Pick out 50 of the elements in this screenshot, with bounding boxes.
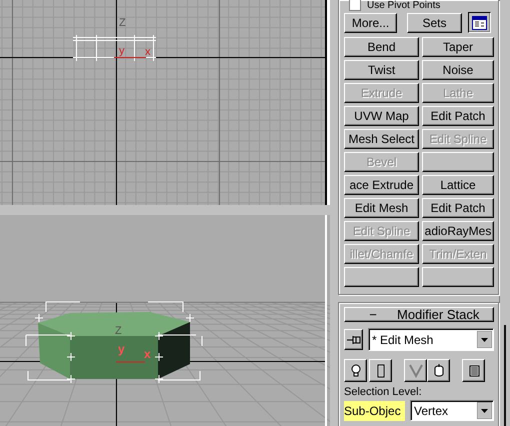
rollout-header[interactable]: − Modifier Stack bbox=[344, 307, 494, 322]
z-axis-label: Z bbox=[119, 17, 126, 29]
checkbox[interactable] bbox=[349, 0, 361, 11]
modifier-button[interactable]: Bend bbox=[344, 37, 419, 57]
collapse-sign: − bbox=[368, 308, 378, 321]
z-axis-label: Z bbox=[115, 325, 122, 337]
v-shape-icon bbox=[408, 363, 422, 378]
remove-modifier-button[interactable] bbox=[427, 359, 450, 382]
modifier-button[interactable]: Mesh Select bbox=[344, 129, 419, 149]
cylinder-icon bbox=[432, 363, 446, 378]
sub-object-toggle[interactable]: Sub-Objec bbox=[344, 400, 405, 420]
y-axis-label: y bbox=[118, 342, 125, 356]
window-list-icon bbox=[472, 16, 487, 30]
pushpin-icon bbox=[346, 334, 360, 344]
unique-button[interactable] bbox=[404, 359, 427, 382]
dropdown-arrow-icon[interactable] bbox=[477, 331, 492, 348]
x-axis-label: x bbox=[145, 46, 150, 58]
sets-dialog-button[interactable] bbox=[468, 12, 491, 33]
pin-stack-button[interactable] bbox=[344, 329, 363, 350]
sets-button[interactable]: Sets bbox=[407, 12, 462, 32]
checkbox-label: Use Pivot Points bbox=[367, 0, 440, 11]
modifier-button[interactable]: Edit Patch bbox=[422, 198, 494, 218]
show-end-result-button[interactable] bbox=[344, 359, 367, 382]
modifier-button[interactable]: Twist bbox=[344, 60, 419, 80]
modifier-dropdown[interactable]: * Edit Mesh bbox=[368, 328, 494, 351]
x-axis-label: x bbox=[144, 347, 151, 361]
dropdown-value: Vertex bbox=[414, 404, 448, 418]
modifier-button[interactable]: Edit Patch bbox=[422, 106, 494, 126]
modifier-button[interactable]: UVW Map bbox=[344, 106, 419, 126]
modifier-button[interactable]: Noise bbox=[422, 60, 494, 80]
rollout-title: Modifier Stack bbox=[397, 308, 480, 321]
axis-tripod-line bbox=[114, 57, 146, 58]
dropdown-arrow-icon[interactable] bbox=[477, 402, 492, 419]
modifier-button[interactable]: Lattice bbox=[422, 175, 494, 195]
dropdown-value: * Edit Mesh bbox=[372, 332, 434, 346]
scrollbar-thumb[interactable] bbox=[504, 325, 506, 426]
selection-level-dropdown[interactable]: Vertex bbox=[410, 400, 494, 421]
lightbulb-icon bbox=[348, 363, 362, 378]
modifier-button[interactable]: Edit Mesh bbox=[344, 198, 419, 218]
empty-button[interactable] bbox=[344, 267, 419, 287]
more-button[interactable]: More... bbox=[344, 12, 397, 32]
empty-button[interactable] bbox=[422, 267, 494, 287]
modifier-button[interactable]: ace Extrude bbox=[344, 175, 419, 195]
stacked-sheets-icon bbox=[466, 363, 480, 378]
modifier-button[interactable]: adioRayMes bbox=[422, 221, 494, 241]
modifier-button[interactable]: Taper bbox=[422, 37, 494, 57]
y-axis-label: y bbox=[119, 45, 124, 57]
edit-stack-button[interactable] bbox=[462, 359, 485, 382]
empty-button[interactable] bbox=[422, 152, 494, 172]
selection-level-label: Selection Level: bbox=[344, 386, 423, 398]
